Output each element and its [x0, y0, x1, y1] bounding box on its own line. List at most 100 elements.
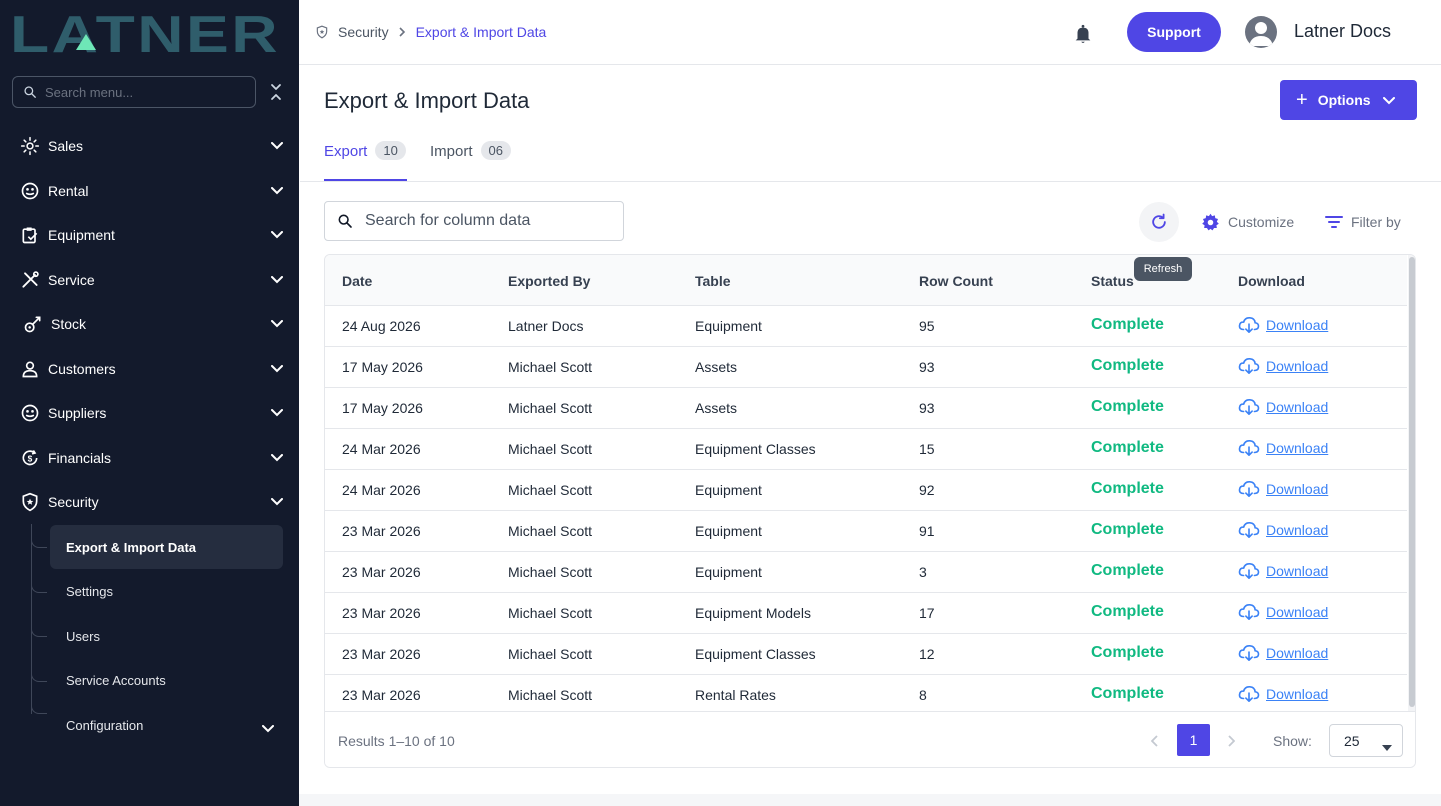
column-header-status[interactable]: Status: [1091, 273, 1134, 289]
sidebar-item-financials[interactable]: $ Financials: [0, 438, 299, 478]
sidebar-item-sales[interactable]: Sales: [0, 126, 299, 166]
table-row[interactable]: 23 Mar 2026 Michael Scott Equipment Models…: [325, 593, 1407, 634]
page-size-select[interactable]: 25: [1329, 724, 1403, 757]
latner-logo: LATNER: [10, 10, 280, 56]
table-row[interactable]: 24 Mar 2026 Michael Scott Equipment Classe…: [325, 429, 1407, 470]
download-link[interactable]: Download: [1266, 317, 1328, 333]
cloud-download-icon: [1238, 316, 1260, 334]
chevron-down-icon: [268, 182, 286, 200]
refresh-button[interactable]: [1139, 202, 1179, 242]
customize-button[interactable]: Customize: [1201, 211, 1294, 233]
chevron-right-icon: [399, 24, 406, 40]
table-row[interactable]: 23 Mar 2026 Michael Scott Equipment 3 Comple…: [325, 552, 1407, 593]
column-header-date[interactable]: Date: [342, 273, 372, 289]
column-header-exported-by[interactable]: Exported By: [508, 273, 590, 289]
bell-icon[interactable]: [1072, 23, 1094, 45]
sidebar-item-stock[interactable]: Stock: [0, 304, 299, 344]
download-link[interactable]: Download: [1266, 686, 1328, 702]
previous-page-button[interactable]: [1144, 729, 1166, 753]
table-row[interactable]: 17 May 2026 Michael Scott Assets 93 Complete…: [325, 347, 1407, 388]
column-header-row-count[interactable]: Row Count: [919, 273, 993, 289]
options-button[interactable]: + Options: [1280, 80, 1417, 120]
refresh-tooltip: Refresh: [1134, 257, 1192, 281]
tree-line: [31, 524, 32, 714]
cell-exported-by: Michael Scott: [508, 441, 593, 457]
sidebar-item-label: Rental: [48, 183, 89, 199]
sidebar-item-equipment[interactable]: Equipment: [0, 215, 299, 255]
sidebar-item-suppliers[interactable]: Suppliers: [0, 393, 299, 433]
table-row[interactable]: 24 Aug 2026 Latner Docs Equipment 95 Complet…: [325, 306, 1407, 347]
sidebar-item-rental[interactable]: Rental: [0, 171, 299, 211]
table-search-input[interactable]: [365, 212, 605, 230]
filter-button[interactable]: Filter by: [1325, 211, 1401, 233]
download-link[interactable]: Download: [1266, 645, 1328, 661]
download-link[interactable]: Download: [1266, 522, 1328, 538]
sidebar-subitem-users[interactable]: Users: [50, 614, 283, 658]
breadcrumb-current: Export & Import Data: [415, 24, 547, 40]
sidebar-item-service[interactable]: Service: [0, 260, 299, 300]
support-button[interactable]: Support: [1127, 12, 1221, 52]
download-button[interactable]: Download: [1238, 685, 1328, 703]
sidebar-subitem-label: Export & Import Data: [66, 539, 197, 555]
chevron-down-icon: [268, 137, 286, 155]
download-button[interactable]: Download: [1238, 357, 1328, 375]
download-link[interactable]: Download: [1266, 563, 1328, 579]
download-link[interactable]: Download: [1266, 481, 1328, 497]
svg-text:LATNER: LATNER: [10, 10, 280, 56]
download-button[interactable]: Download: [1238, 316, 1328, 334]
download-button[interactable]: Download: [1238, 562, 1328, 580]
table-row[interactable]: 23 Mar 2026 Michael Scott Rental Rates 8 Com…: [325, 675, 1407, 716]
status-badge: Complete: [1091, 521, 1164, 538]
cell-date: 17 May 2026: [342, 359, 423, 375]
sidebar-item-security[interactable]: Security: [0, 482, 299, 522]
table-row[interactable]: 23 Mar 2026 Michael Scott Equipment Classe…: [325, 634, 1407, 675]
download-link[interactable]: Download: [1266, 604, 1328, 620]
table-row[interactable]: 23 Mar 2026 Michael Scott Equipment 91 Compl…: [325, 511, 1407, 552]
next-page-button[interactable]: [1220, 729, 1242, 753]
breadcrumb-security[interactable]: Security: [338, 24, 389, 40]
sidebar: LATNER Sales Rental Equipment Service St…: [0, 0, 299, 806]
table-row[interactable]: 24 Mar 2026 Michael Scott Equipment 92 Compl…: [325, 470, 1407, 511]
download-button[interactable]: Download: [1238, 644, 1328, 662]
tab-count-badge: 10: [375, 141, 406, 160]
sidebar-item-customers[interactable]: Customers: [0, 349, 299, 389]
search-icon: [338, 214, 352, 228]
sales-icon: [19, 135, 41, 157]
download-button[interactable]: Download: [1238, 521, 1328, 539]
avatar[interactable]: [1245, 16, 1277, 48]
table-row[interactable]: 17 May 2026 Michael Scott Assets 93 Complete…: [325, 388, 1407, 429]
user-name[interactable]: Latner Docs: [1294, 21, 1391, 42]
download-button[interactable]: Download: [1238, 480, 1328, 498]
collapse-sidebar-button[interactable]: [266, 82, 286, 102]
menu-search[interactable]: [12, 76, 256, 108]
download-link[interactable]: Download: [1266, 358, 1328, 374]
service-icon: [19, 269, 41, 291]
download-button[interactable]: Download: [1238, 439, 1328, 457]
cell-date: 24 Mar 2026: [342, 441, 421, 457]
page-1-button[interactable]: 1: [1177, 724, 1210, 756]
download-link[interactable]: Download: [1266, 399, 1328, 415]
tab-export[interactable]: Export 10: [324, 140, 407, 181]
download-link[interactable]: Download: [1266, 440, 1328, 456]
cell-date: 17 May 2026: [342, 400, 423, 416]
status-badge: Complete: [1091, 562, 1164, 579]
chevron-down-icon: [268, 360, 286, 378]
download-button[interactable]: Download: [1238, 603, 1328, 621]
column-header-table[interactable]: Table: [695, 273, 731, 289]
cell-exported-by: Michael Scott: [508, 359, 593, 375]
column-header-download[interactable]: Download: [1238, 273, 1305, 289]
status-badge: Complete: [1091, 685, 1164, 702]
table-scroll-thumb[interactable]: [1409, 257, 1415, 707]
chevron-down-icon: [268, 449, 286, 467]
download-button[interactable]: Download: [1238, 398, 1328, 416]
collapse-chevrons-icon: [271, 84, 281, 100]
tab-import[interactable]: Import 06: [430, 140, 511, 181]
sidebar-subitem-service-accounts[interactable]: Service Accounts: [50, 658, 283, 702]
sidebar-subitem-settings[interactable]: Settings: [50, 569, 283, 613]
table-search[interactable]: [324, 201, 624, 241]
sidebar-subitem-configuration[interactable]: Configuration: [50, 703, 283, 747]
cell-exported-by: Michael Scott: [508, 482, 593, 498]
sidebar-subitem-export-import[interactable]: Export & Import Data: [50, 525, 283, 569]
menu-search-input[interactable]: [45, 84, 235, 100]
cloud-download-icon: [1238, 644, 1260, 662]
